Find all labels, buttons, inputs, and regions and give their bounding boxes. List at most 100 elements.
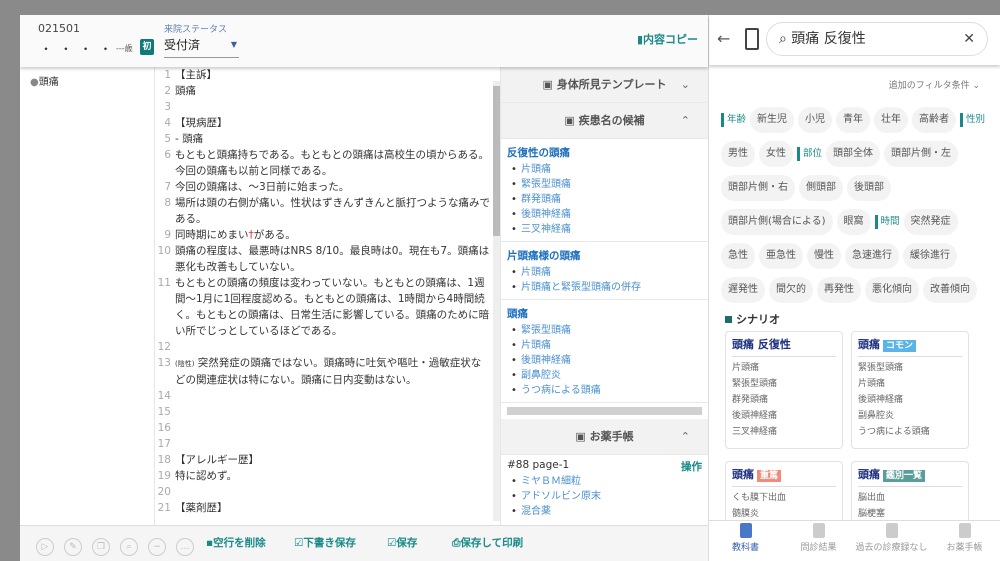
nav-tab[interactable]: 過去の診療録なし: [855, 521, 928, 561]
line-number: 16: [157, 422, 171, 434]
line-number: 1: [164, 69, 171, 81]
filter-chip[interactable]: 慢性: [807, 243, 841, 269]
filter-chip[interactable]: 小児: [798, 107, 833, 133]
filter-chip[interactable]: 改善傾向: [923, 277, 977, 303]
status-select[interactable]: 受付済 ▼: [164, 36, 239, 58]
card-badge: 鑑別一覧: [883, 470, 926, 482]
candidate-link[interactable]: 片頭痛: [507, 338, 702, 353]
editor-line: 19 特に認めず。: [155, 468, 500, 484]
line-content: 頭痛の程度は、最悪時はNRS 8/10。最良時は0。現在も7。頭痛は悪化も改善も…: [175, 245, 490, 273]
copy-content-button[interactable]: ▮内容コピー: [637, 31, 698, 47]
filter-chip[interactable]: 男性: [721, 141, 755, 167]
filter-chip[interactable]: 後頭部: [847, 175, 891, 201]
card-item[interactable]: 三叉神経痛: [732, 424, 836, 440]
card-item[interactable]: 緊張型頭痛: [858, 360, 962, 376]
back-arrow-icon[interactable]: ←: [717, 29, 730, 48]
card-item[interactable]: 緊張型頭痛: [732, 376, 836, 392]
filter-chip[interactable]: 急速進行: [845, 243, 899, 269]
nav-tab[interactable]: お薬手帳: [928, 521, 1000, 561]
card-item[interactable]: 片頭痛: [858, 376, 962, 392]
save-print-button[interactable]: ⎙保存して印刷: [452, 535, 523, 550]
filter-chip[interactable]: 再発性: [817, 277, 861, 303]
draft-save-button[interactable]: ☑下書き保存: [294, 535, 356, 550]
disease-candidates-header[interactable]: ▣ 疾患名の候補 ⌃: [501, 103, 708, 139]
scenario-card[interactable]: 頭痛 コモン 緊張型頭痛 片頭痛 後頭神経痛 副鼻腔炎 うつ病による頭痛: [851, 331, 969, 449]
editor-line: 10 頭痛の程度は、最悪時はNRS 8/10。最良時は0。現在も7。頭痛は悪化も改…: [155, 243, 500, 275]
filter-chip[interactable]: 急性: [721, 243, 755, 269]
nav-label: 問診結果: [800, 543, 837, 553]
search-icon[interactable]: ⌕: [120, 538, 138, 556]
medicine-link[interactable]: ミヤＢＭ細粒: [507, 474, 702, 489]
note-editor[interactable]: 1 【主訴】 2 頭痛 3 4 【現病歴】 5 - 頭痛 6 もともと頭痛持ちである。もともとの頭痛…: [155, 67, 500, 525]
card-item[interactable]: うつ病による頭痛: [858, 424, 962, 440]
filter-chip[interactable]: 遅発性: [721, 277, 765, 303]
filter-chip[interactable]: 新生児: [750, 107, 795, 133]
filter-chip[interactable]: 頭部片側(場合による): [721, 209, 833, 235]
line-text: 【アレルギー歴】: [175, 452, 500, 468]
candidate-link[interactable]: 副鼻腔炎: [507, 368, 702, 383]
group-title[interactable]: 頭痛: [507, 306, 702, 321]
editor-scrollbar[interactable]: [493, 81, 500, 521]
close-icon[interactable]: ✕: [963, 23, 975, 55]
filter-chip[interactable]: 高齢者: [912, 107, 957, 133]
card-item[interactable]: 片頭痛: [732, 360, 836, 376]
delete-blank-lines-button[interactable]: ▪空行を削除: [206, 535, 266, 550]
filter-chip[interactable]: 悪化傾向: [865, 277, 919, 303]
medicine-link[interactable]: 混合薬: [507, 504, 702, 519]
caret-down-icon: ▼: [230, 40, 237, 49]
card-item[interactable]: 副鼻腔炎: [858, 408, 962, 424]
filter-chip[interactable]: 間欠的: [769, 277, 813, 303]
more-icon[interactable]: …: [176, 538, 194, 556]
filter-chip[interactable]: 頭部全体: [826, 141, 881, 167]
candidate-link[interactable]: 三叉神経痛: [507, 222, 702, 237]
button-label: 空行を削除: [213, 537, 266, 549]
filter-chip[interactable]: 青年: [836, 107, 871, 133]
filter-chip[interactable]: 突然発症: [903, 209, 958, 235]
play-icon[interactable]: ▷: [36, 538, 54, 556]
candidate-link[interactable]: 群発頭痛: [507, 192, 702, 207]
group-title[interactable]: 反復性の頭痛: [507, 145, 702, 160]
filter-category: 性別: [960, 113, 985, 127]
copy-icon[interactable]: ❐: [92, 538, 110, 556]
textbook-icon: [739, 523, 752, 538]
search-input[interactable]: ⌕ 頭痛 反復性 ✕: [766, 22, 988, 56]
filter-chip[interactable]: 女性: [759, 141, 793, 167]
filter-chip[interactable]: 緩徐進行: [903, 243, 957, 269]
filter-chip[interactable]: 頭部片側・左: [884, 141, 959, 167]
minus-icon[interactable]: −: [148, 538, 166, 556]
card-item[interactable]: 群発頭痛: [732, 392, 836, 408]
candidate-link[interactable]: 緊張型頭痛: [507, 323, 702, 338]
candidate-link[interactable]: 後頭神経痛: [507, 353, 702, 368]
candidate-link[interactable]: 片頭痛と緊張型頭痛の併存: [507, 280, 702, 295]
scenario-card[interactable]: 頭痛 反復性 片頭痛 緊張型頭痛 群発頭痛 後頭神経痛 三叉神経痛: [725, 331, 843, 449]
editor-line: 6 もともと頭痛持ちである。もともとの頭痛は高校生の頃からある。今回の頭痛も以前と…: [155, 147, 500, 179]
filter-chip[interactable]: 眼窩: [836, 209, 871, 235]
card-item[interactable]: 後頭神経痛: [858, 392, 962, 408]
filter-chip[interactable]: 壮年: [874, 107, 909, 133]
med-action-button[interactable]: 操作: [681, 459, 702, 474]
nav-tab[interactable]: 問診結果: [782, 521, 855, 561]
candidate-link[interactable]: うつ病による頭痛: [507, 383, 702, 398]
filter-chip[interactable]: 頭部片側・右: [721, 175, 795, 201]
save-button[interactable]: ☑保存: [387, 535, 417, 550]
button-label: 保存して印刷: [460, 537, 524, 549]
additional-filter-toggle[interactable]: 追加のフィルタ条件 ⌄: [889, 78, 980, 91]
physical-template-header[interactable]: ▣ 身体所見テンプレート ⌄: [501, 67, 708, 103]
nav-tab[interactable]: 教科書: [709, 521, 782, 561]
candidate-link[interactable]: 片頭痛: [507, 162, 702, 177]
medicine-book-header[interactable]: ▣ お薬手帳 ⌃: [501, 419, 708, 455]
candidate-link[interactable]: 後頭神経痛: [507, 207, 702, 222]
card-item[interactable]: 後頭神経痛: [732, 408, 836, 424]
card-item[interactable]: 脳出血: [858, 490, 962, 506]
pencil-icon[interactable]: ✎: [64, 538, 82, 556]
line-content: 同時期にめまい: [175, 229, 249, 241]
candidate-link[interactable]: 緊張型頭痛: [507, 177, 702, 192]
candidate-link[interactable]: 片頭痛: [507, 265, 702, 280]
card-item[interactable]: くも膜下出血: [732, 490, 836, 506]
filter-chip[interactable]: 亜急性: [759, 243, 803, 269]
group-title[interactable]: 片頭痛様の頭痛: [507, 248, 702, 263]
horizontal-scrollbar[interactable]: [507, 407, 702, 415]
medicine-link[interactable]: アドソルビン原末: [507, 489, 702, 504]
sidebar-item-headache[interactable]: ●頭痛: [30, 73, 154, 88]
filter-chip[interactable]: 側頭部: [799, 175, 843, 201]
